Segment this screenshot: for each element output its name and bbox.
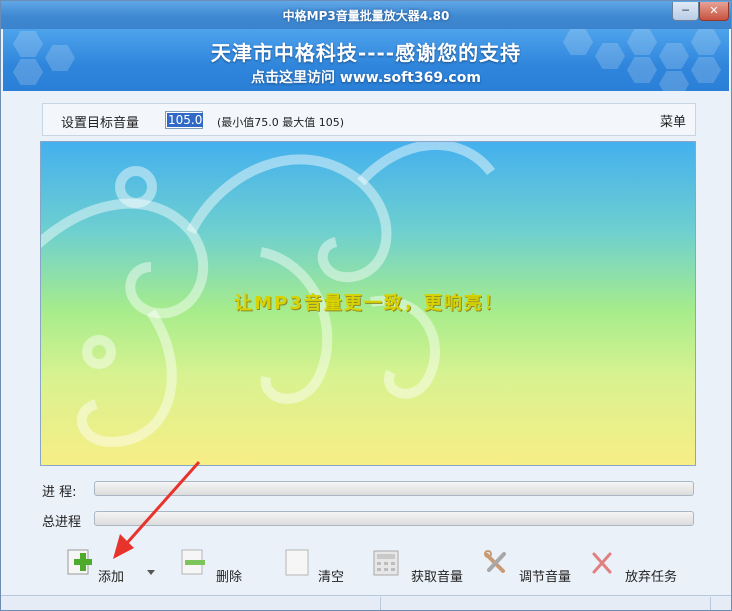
close-button[interactable]: ✕ — [699, 2, 729, 21]
abort-task-button[interactable]: 放弃任务 — [589, 546, 689, 585]
file-drop-area[interactable]: 让MP3音量更一致，更响亮！ — [40, 141, 696, 466]
adjust-volume-button[interactable]: 调节音量 — [483, 546, 583, 585]
cancel-x-icon — [592, 552, 612, 574]
tools-icon — [484, 550, 506, 573]
volume-range-hint: (最小值75.0 最大值 105) — [217, 116, 345, 129]
website-banner[interactable]: 天津市中格科技----感谢您的支持 点击这里访问 www.soft369.com — [3, 29, 729, 91]
bottom-toolbar: 添加 删除 清空 获取音量 调节音量 放弃任务 — [1, 539, 731, 595]
add-button[interactable]: 添加 — [67, 546, 159, 585]
menu-button[interactable]: 菜单 — [660, 111, 686, 130]
add-file-icon — [67, 549, 92, 575]
calculator-icon — [373, 550, 399, 576]
clear-button[interactable]: 清空 — [285, 546, 355, 585]
adjust-volume-label: 调节音量 — [519, 570, 572, 585]
total-progress-bar — [94, 511, 694, 526]
target-volume-input[interactable]: 105.0 — [165, 111, 204, 129]
get-volume-button[interactable]: 获取音量 — [373, 546, 473, 585]
remove-file-icon — [181, 549, 205, 575]
target-volume-label: 设置目标音量 — [61, 116, 140, 131]
current-progress-bar — [94, 481, 694, 496]
get-volume-label: 获取音量 — [411, 570, 464, 585]
chevron-down-icon[interactable] — [147, 570, 155, 575]
banner-title: 天津市中格科技----感谢您的支持 — [210, 41, 522, 65]
slogan-text: 让MP3音量更一致，更响亮！ — [234, 293, 504, 314]
delete-button[interactable]: 删除 — [181, 546, 251, 585]
website-link[interactable]: 点击这里访问 www.soft369.com — [3, 67, 729, 87]
abort-task-label: 放弃任务 — [625, 570, 678, 585]
add-button-label: 添加 — [98, 570, 125, 585]
minimize-button[interactable]: ─ — [672, 2, 699, 21]
blank-page-icon — [285, 549, 309, 576]
title-bar[interactable]: 中格MP3音量批量放大器4.80 ─ ✕ — [1, 1, 731, 29]
current-progress-label: 进 程: — [42, 485, 77, 500]
status-cell — [381, 597, 711, 610]
status-bar — [1, 595, 731, 610]
status-cell — [1, 597, 381, 610]
clear-button-label: 清空 — [318, 570, 345, 585]
delete-button-label: 删除 — [216, 570, 243, 585]
app-window: 中格MP3音量批量放大器4.80 ─ ✕ 天津市中格科技----感谢您的支持 点… — [0, 0, 732, 611]
total-progress-label: 总进程 — [42, 515, 82, 530]
target-volume-row: 设置目标音量 105.0 (最小值75.0 最大值 105) 菜单 — [42, 103, 696, 136]
target-volume-value: 105.0 — [167, 113, 204, 127]
window-title: 中格MP3音量批量放大器4.80 — [282, 9, 450, 23]
